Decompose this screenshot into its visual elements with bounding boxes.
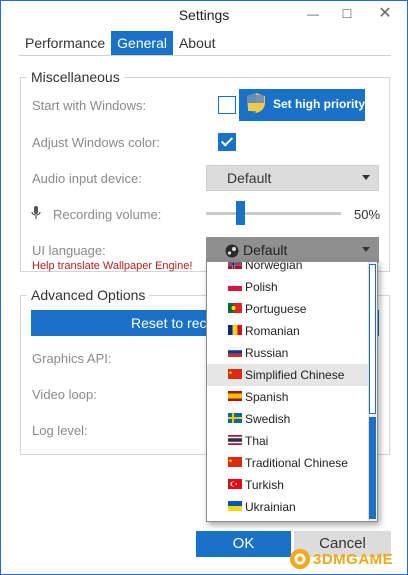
tab-about[interactable]: About [173,31,222,55]
language-option-norwegian[interactable]: Norwegian [207,261,369,276]
language-option-label: Portuguese [245,302,307,316]
language-option-russian[interactable]: Russian [207,342,369,364]
romania-flag-icon [228,325,242,335]
tab-performance[interactable]: Performance [19,31,111,55]
log-level-label: Log level: [32,423,88,438]
language-option-spanish[interactable]: Spanish [207,386,369,408]
ui-language-label: UI language: [32,243,106,258]
language-option-label: Spanish [245,390,289,404]
language-option-label: Norwegian [245,261,303,272]
language-option-label: Ukrainian [245,500,296,514]
microphone-icon [31,206,41,219]
recording-volume-value: 50% [354,207,381,222]
audio-input-device-label: Audio input device: [32,171,142,186]
close-button[interactable]: ✕ [363,1,407,29]
start-with-windows-checkbox[interactable] [218,96,236,114]
language-dropdown-list[interactable]: Norwegian Polish Portuguese Romanian Rus… [206,261,378,522]
reset-to-recommended-label: Reset to rec [131,315,207,331]
advanced-options-title: Advanced Options [27,287,150,303]
language-option-label: Polish [245,280,278,294]
language-option-label: Romanian [245,324,300,338]
set-high-priority-button[interactable]: Set high priority [239,89,365,121]
language-option-polish[interactable]: Polish [207,276,369,298]
tab-divider [19,55,391,56]
steam-icon [225,244,239,258]
language-option-portuguese[interactable]: Portuguese [207,298,369,320]
turkey-flag-icon [228,479,242,489]
audio-input-device-select[interactable]: Default [206,165,379,191]
settings-window: Settings — ☐ ✕ Performance General About… [0,0,408,575]
audio-input-device-value: Default [227,170,272,186]
miscellaneous-title: Miscellaneous [27,69,124,85]
language-option-label: Traditional Chinese [245,456,348,470]
language-option-label: Thai [245,434,269,448]
tab-bar: Performance General About [19,31,222,55]
poland-flag-icon [228,281,242,291]
tab-general[interactable]: General [111,31,173,55]
shield-icon [247,93,265,113]
graphics-api-label: Graphics API: [32,351,112,366]
adjust-windows-color-checkbox[interactable] [218,133,236,151]
maximize-button[interactable]: ☐ [331,1,363,29]
watermark-logo: 3DMGAME [289,546,407,574]
language-option-thai[interactable]: Thai [207,430,369,452]
language-option-simplified-chinese[interactable]: Simplified Chinese [207,364,369,386]
ui-language-select[interactable]: Default [206,237,379,263]
language-dropdown-scrollbar[interactable] [368,262,377,521]
norway-flag-icon [228,262,242,269]
thailand-flag-icon [228,435,242,445]
set-high-priority-label: Set high priority [273,97,366,111]
title-bar[interactable]: Settings — ☐ ✕ [1,1,407,29]
scrollbar-thumb-upper[interactable] [369,264,376,414]
adjust-windows-color-label: Adjust Windows color: [32,135,160,150]
minimize-button[interactable]: — [297,1,329,29]
language-option-label: Russian [245,346,289,360]
spain-flag-icon [228,391,242,401]
taiwan-flag-icon [228,457,242,467]
language-option-swedish[interactable]: Swedish [207,408,369,430]
start-with-windows-label: Start with Windows: [32,98,147,113]
recording-volume-label: Recording volume: [53,207,162,222]
language-option-label: Turkish [245,478,284,492]
china-flag-icon [228,369,242,379]
language-option-romanian[interactable]: Romanian [207,320,369,342]
ukraine-flag-icon [228,501,242,511]
ui-language-value: Default [243,242,288,258]
watermark-icon [289,548,311,570]
video-loop-label: Video loop: [32,387,97,402]
ok-button[interactable]: OK [196,531,291,557]
scrollbar-thumb[interactable] [369,417,376,519]
language-option-turkish[interactable]: Turkish [207,474,369,496]
russia-flag-icon [228,347,242,357]
language-option-ukrainian[interactable]: Ukrainian [207,496,369,518]
language-option-label: Swedish [245,412,291,426]
language-option-label: Simplified Chinese [245,368,345,382]
chevron-down-icon [362,175,370,180]
portugal-flag-icon [228,303,242,313]
help-translate-link[interactable]: Help translate Wallpaper Engine! [32,260,192,272]
sweden-flag-icon [228,413,242,423]
recording-volume-thumb[interactable] [236,201,245,225]
watermark-text: 3DMGAME [313,551,394,568]
recording-volume-track[interactable] [206,212,341,215]
language-option-traditional-chinese[interactable]: Traditional Chinese [207,452,369,474]
chevron-down-icon [362,247,370,252]
